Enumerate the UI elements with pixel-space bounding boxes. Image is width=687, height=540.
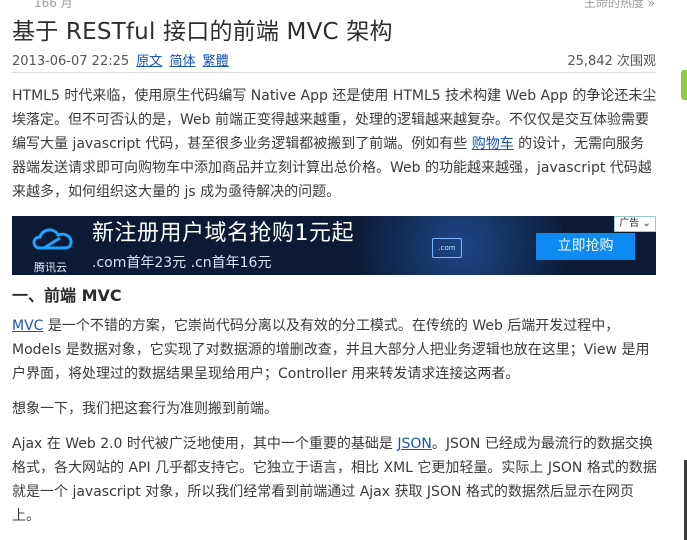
- ad-tag-label: 广告: [619, 218, 640, 229]
- article-meta: 2013-06-07 22:25 原文 简体 繁體 25,842 次围观: [12, 50, 656, 73]
- link-simplified[interactable]: 简体: [169, 54, 195, 69]
- ad-tag[interactable]: 广告 ⌄: [614, 216, 656, 232]
- ad-subline: .com首年23元 .cn首年16元: [92, 255, 272, 271]
- ad-headline: 新注册用户域名抢购1元起: [92, 221, 354, 246]
- mvc-paragraph: MVC 是一个不错的方案，它崇尚代码分离以及有效的分工模式。在传统的 Web 后…: [12, 314, 658, 386]
- ad-cta-button[interactable]: 立即抢购: [536, 233, 635, 260]
- view-count: 25,842 次围观: [567, 54, 656, 69]
- chevron-down-icon: ⌄: [642, 218, 651, 229]
- domain-card-icon: .com: [432, 238, 462, 258]
- top-breadcrumb: 166 月 王命的热度 »: [12, 0, 655, 10]
- section-heading: 一、前端 MVC: [12, 286, 122, 305]
- shopping-cart-link[interactable]: 购物车: [472, 136, 514, 152]
- ad-brand: 腾讯云: [34, 261, 67, 274]
- ajax-text-a: Ajax 在 Web 2.0 时代被广泛地使用，其中一个重要的基础是: [12, 436, 398, 452]
- ad-banner[interactable]: 腾讯云 新注册用户域名抢购1元起 .com首年23元 .cn首年16元 .com…: [12, 216, 656, 275]
- breadcrumb-left[interactable]: 166 月: [34, 0, 73, 11]
- json-link[interactable]: JSON: [397, 436, 432, 452]
- mvc-link[interactable]: MVC: [12, 318, 43, 334]
- page-title: 基于 RESTful 接口的前端 MVC 架构: [12, 19, 393, 45]
- ajax-paragraph: Ajax 在 Web 2.0 时代被广泛地使用，其中一个重要的基础是 JSON。…: [12, 432, 658, 528]
- link-original[interactable]: 原文: [136, 54, 162, 69]
- intro-paragraph: HTML5 时代来临，使用原生代码编写 Native App 还是使用 HTML…: [12, 84, 658, 204]
- cloud-logo-icon: [32, 228, 73, 250]
- side-tab[interactable]: [681, 70, 687, 100]
- post-date: 2013-06-07 22:25: [12, 54, 130, 69]
- mvc-text: 是一个不错的方案，它崇尚代码分离以及有效的分工模式。在传统的 Web 后端开发过…: [12, 318, 650, 382]
- breadcrumb-right[interactable]: 王命的热度 »: [584, 0, 655, 11]
- link-traditional[interactable]: 繁體: [203, 54, 229, 69]
- imagine-paragraph: 想象一下，我们把这套行为准则搬到前端。: [12, 401, 278, 417]
